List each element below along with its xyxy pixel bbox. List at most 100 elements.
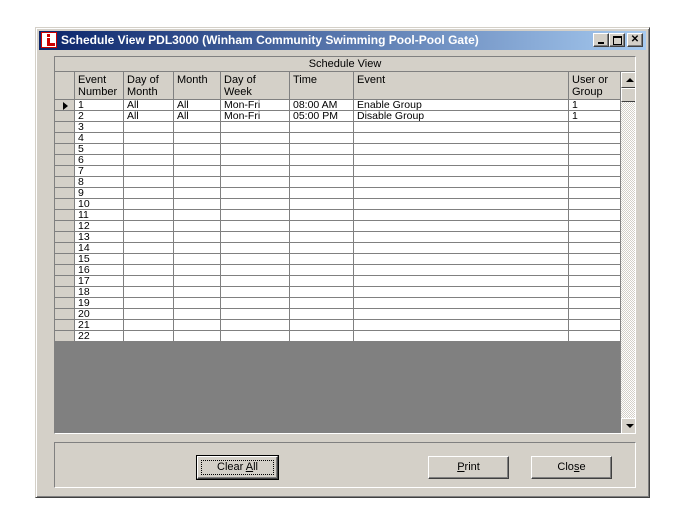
- cell-event[interactable]: [354, 320, 569, 331]
- row-selector[interactable]: [55, 122, 75, 133]
- cell-event-number[interactable]: 15: [75, 254, 124, 265]
- cell-event[interactable]: [354, 287, 569, 298]
- row-selector[interactable]: [55, 133, 75, 144]
- cell-day-of-month[interactable]: All: [124, 111, 174, 122]
- cell-day-of-week[interactable]: [221, 331, 290, 342]
- cell-day-of-month[interactable]: [124, 309, 174, 320]
- cell-event[interactable]: [354, 188, 569, 199]
- cell-month[interactable]: [174, 287, 221, 298]
- cell-event-number[interactable]: 12: [75, 221, 124, 232]
- row-selector[interactable]: [55, 265, 75, 276]
- cell-event-number[interactable]: 16: [75, 265, 124, 276]
- cell-event-number[interactable]: 5: [75, 144, 124, 155]
- cell-event[interactable]: Disable Group: [354, 111, 569, 122]
- cell-month[interactable]: [174, 133, 221, 144]
- cell-time[interactable]: [290, 331, 354, 342]
- cell-month[interactable]: [174, 265, 221, 276]
- clear-all-button[interactable]: Clear All: [196, 455, 279, 480]
- cell-day-of-week[interactable]: [221, 144, 290, 155]
- cell-event-number[interactable]: 4: [75, 133, 124, 144]
- cell-event[interactable]: [354, 276, 569, 287]
- cell-day-of-month[interactable]: [124, 133, 174, 144]
- cell-day-of-week[interactable]: Mon-Fri: [221, 100, 290, 111]
- cell-time[interactable]: [290, 122, 354, 133]
- cell-month[interactable]: [174, 276, 221, 287]
- cell-month[interactable]: [174, 122, 221, 133]
- cell-month[interactable]: [174, 155, 221, 166]
- cell-time[interactable]: [290, 221, 354, 232]
- cell-time[interactable]: 05:00 PM: [290, 111, 354, 122]
- cell-time[interactable]: [290, 254, 354, 265]
- cell-month[interactable]: All: [174, 111, 221, 122]
- cell-day-of-month[interactable]: [124, 155, 174, 166]
- cell-user-or-group[interactable]: [569, 276, 621, 287]
- row-selector[interactable]: [55, 166, 75, 177]
- row-selector[interactable]: [55, 309, 75, 320]
- cell-user-or-group[interactable]: [569, 232, 621, 243]
- column-header-day-of-month[interactable]: Day of Month: [124, 72, 174, 100]
- cell-event-number[interactable]: 7: [75, 166, 124, 177]
- cell-user-or-group[interactable]: [569, 144, 621, 155]
- cell-time[interactable]: 08:00 AM: [290, 100, 354, 111]
- cell-event-number[interactable]: 17: [75, 276, 124, 287]
- cell-event[interactable]: [354, 232, 569, 243]
- cell-user-or-group[interactable]: [569, 166, 621, 177]
- cell-event-number[interactable]: 9: [75, 188, 124, 199]
- cell-day-of-month[interactable]: [124, 199, 174, 210]
- cell-event[interactable]: [354, 155, 569, 166]
- column-header-user-or-group[interactable]: User or Group: [569, 72, 621, 100]
- row-selector[interactable]: [55, 243, 75, 254]
- cell-user-or-group[interactable]: [569, 265, 621, 276]
- cell-month[interactable]: [174, 177, 221, 188]
- cell-event[interactable]: [354, 331, 569, 342]
- cell-time[interactable]: [290, 298, 354, 309]
- maximize-button[interactable]: [609, 33, 625, 47]
- cell-user-or-group[interactable]: [569, 309, 621, 320]
- cell-user-or-group[interactable]: [569, 188, 621, 199]
- cell-day-of-week[interactable]: [221, 177, 290, 188]
- cell-event-number[interactable]: 20: [75, 309, 124, 320]
- cell-event[interactable]: [354, 144, 569, 155]
- cell-user-or-group[interactable]: [569, 199, 621, 210]
- cell-event[interactable]: [354, 166, 569, 177]
- cell-event[interactable]: [354, 177, 569, 188]
- cell-day-of-week[interactable]: [221, 188, 290, 199]
- cell-day-of-month[interactable]: [124, 210, 174, 221]
- cell-event-number[interactable]: 13: [75, 232, 124, 243]
- row-selector[interactable]: [55, 111, 75, 122]
- cell-day-of-month[interactable]: [124, 188, 174, 199]
- cell-event[interactable]: [354, 199, 569, 210]
- cell-user-or-group[interactable]: [569, 177, 621, 188]
- cell-event-number[interactable]: 19: [75, 298, 124, 309]
- cell-day-of-month[interactable]: [124, 177, 174, 188]
- cell-time[interactable]: [290, 199, 354, 210]
- cell-day-of-month[interactable]: [124, 144, 174, 155]
- title-bar[interactable]: Schedule View PDL3000 (Winham Community …: [39, 31, 646, 50]
- cell-month[interactable]: [174, 188, 221, 199]
- cell-event[interactable]: [354, 254, 569, 265]
- cell-event[interactable]: [354, 210, 569, 221]
- row-selector[interactable]: [55, 199, 75, 210]
- cell-day-of-week[interactable]: [221, 133, 290, 144]
- row-selector[interactable]: [55, 298, 75, 309]
- cell-month[interactable]: [174, 210, 221, 221]
- cell-day-of-month[interactable]: [124, 221, 174, 232]
- row-selector[interactable]: [55, 331, 75, 342]
- row-selector[interactable]: [55, 254, 75, 265]
- cell-event-number[interactable]: 10: [75, 199, 124, 210]
- cell-time[interactable]: [290, 210, 354, 221]
- cell-event-number[interactable]: 11: [75, 210, 124, 221]
- print-button[interactable]: Print: [428, 456, 509, 479]
- cell-day-of-week[interactable]: [221, 166, 290, 177]
- cell-day-of-month[interactable]: [124, 276, 174, 287]
- cell-user-or-group[interactable]: [569, 331, 621, 342]
- column-header-time[interactable]: Time: [290, 72, 354, 100]
- row-selector[interactable]: [55, 188, 75, 199]
- cell-time[interactable]: [290, 177, 354, 188]
- cell-user-or-group[interactable]: [569, 122, 621, 133]
- cell-time[interactable]: [290, 265, 354, 276]
- row-selector[interactable]: [55, 221, 75, 232]
- cell-time[interactable]: [290, 155, 354, 166]
- cell-user-or-group[interactable]: 1: [569, 111, 621, 122]
- column-header-day-of-week[interactable]: Day of Week: [221, 72, 290, 100]
